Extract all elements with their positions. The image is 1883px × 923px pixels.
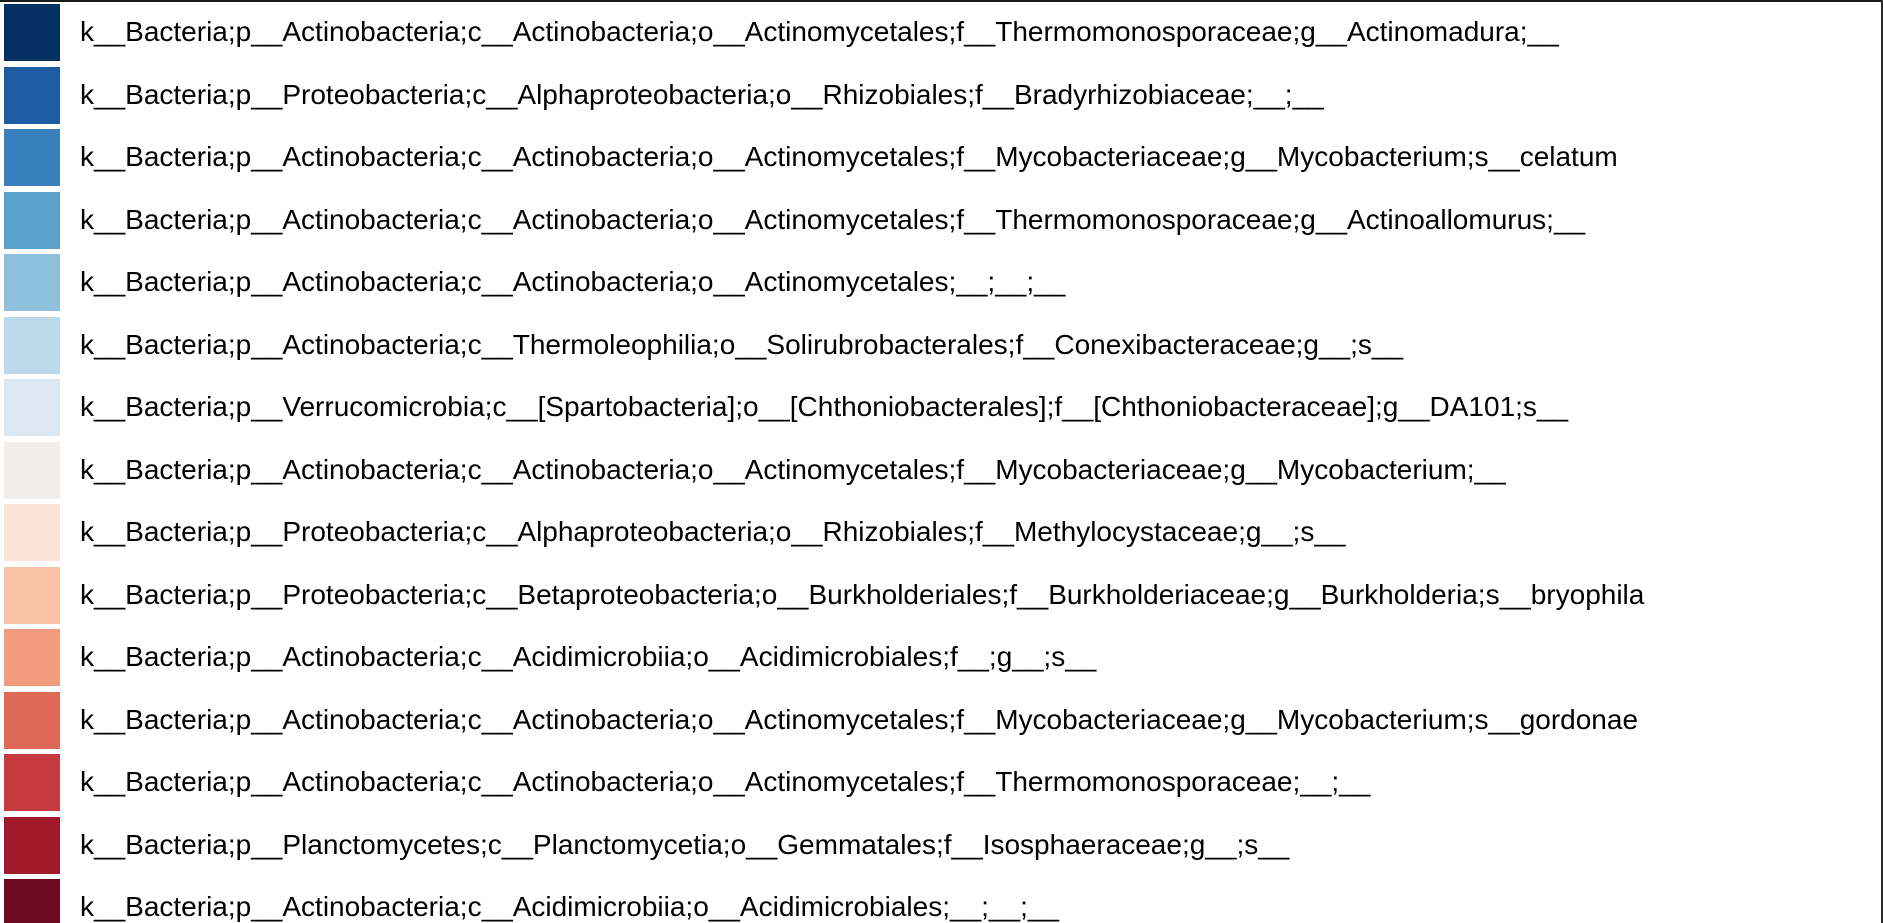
chart-legend: k__Bacteria;p__Actinobacteria;c__Actinob… bbox=[0, 0, 1881, 923]
legend-swatch bbox=[4, 629, 60, 686]
legend-entry: k__Bacteria;p__Proteobacteria;c__Alphapr… bbox=[0, 65, 1881, 128]
legend-swatch bbox=[4, 504, 60, 561]
legend-entry: k__Bacteria;p__Verrucomicrobia;c__[Spart… bbox=[0, 377, 1881, 440]
legend-entry: k__Bacteria;p__Actinobacteria;c__Actinob… bbox=[0, 127, 1881, 190]
legend-swatch bbox=[4, 316, 60, 374]
legend-label: k__Bacteria;p__Verrucomicrobia;c__[Spart… bbox=[80, 391, 1569, 422]
legend-label: k__Bacteria;p__Proteobacteria;c__Betapro… bbox=[80, 578, 1645, 610]
legend-swatch bbox=[4, 816, 60, 874]
legend-label: k__Bacteria;p__Proteobacteria;c__Alphapr… bbox=[80, 78, 1324, 110]
legend-swatch bbox=[4, 879, 60, 923]
legend-label: k__Bacteria;p__Actinobacteria;c__Actinob… bbox=[80, 141, 1618, 172]
legend-entry: k__Bacteria;p__Planctomycetes;c__Plancto… bbox=[0, 815, 1881, 878]
legend-entry: k__Bacteria;p__Actinobacteria;c__Actinob… bbox=[0, 440, 1881, 503]
legend-swatch bbox=[4, 754, 60, 811]
legend-label: k__Bacteria;p__Proteobacteria;c__Alphapr… bbox=[80, 516, 1346, 547]
legend-swatch bbox=[4, 191, 60, 249]
legend-swatch bbox=[4, 691, 60, 749]
legend-swatch bbox=[4, 441, 60, 499]
legend-entry: k__Bacteria;p__Actinobacteria;c__Thermol… bbox=[0, 315, 1881, 378]
legend-swatch bbox=[4, 566, 60, 624]
legend-swatch bbox=[4, 66, 60, 124]
legend-swatch bbox=[4, 254, 60, 311]
legend-entry: k__Bacteria;p__Actinobacteria;c__Actinob… bbox=[0, 252, 1881, 315]
legend-swatch bbox=[4, 129, 60, 186]
legend-label: k__Bacteria;p__Actinobacteria;c__Thermol… bbox=[80, 328, 1404, 360]
legend-label: k__Bacteria;p__Actinobacteria;c__Actinob… bbox=[80, 703, 1639, 735]
legend-label: k__Bacteria;p__Planctomycetes;c__Plancto… bbox=[80, 828, 1290, 860]
legend-label: k__Bacteria;p__Actinobacteria;c__Actinob… bbox=[80, 203, 1586, 235]
legend-entry: k__Bacteria;p__Proteobacteria;c__Betapro… bbox=[0, 565, 1881, 628]
legend-entry: k__Bacteria;p__Actinobacteria;c__Actinob… bbox=[0, 190, 1881, 253]
legend-swatch bbox=[4, 4, 60, 61]
legend-label: k__Bacteria;p__Actinobacteria;c__Actinob… bbox=[80, 266, 1066, 297]
legend-label: k__Bacteria;p__Actinobacteria;c__Acidimi… bbox=[80, 891, 1059, 922]
legend-label: k__Bacteria;p__Actinobacteria;c__Actinob… bbox=[80, 16, 1559, 47]
legend-swatch bbox=[4, 379, 60, 436]
legend-label: k__Bacteria;p__Actinobacteria;c__Actinob… bbox=[80, 766, 1371, 797]
legend-entry: k__Bacteria;p__Actinobacteria;c__Acidimi… bbox=[0, 627, 1881, 690]
legend-label: k__Bacteria;p__Actinobacteria;c__Acidimi… bbox=[80, 641, 1097, 672]
legend-label: k__Bacteria;p__Actinobacteria;c__Actinob… bbox=[80, 453, 1506, 485]
legend-entry: k__Bacteria;p__Actinobacteria;c__Actinob… bbox=[0, 690, 1881, 753]
legend-entry: k__Bacteria;p__Actinobacteria;c__Acidimi… bbox=[0, 877, 1881, 923]
legend-entry: k__Bacteria;p__Actinobacteria;c__Actinob… bbox=[0, 2, 1881, 65]
legend-entry: k__Bacteria;p__Proteobacteria;c__Alphapr… bbox=[0, 502, 1881, 565]
legend-entry: k__Bacteria;p__Actinobacteria;c__Actinob… bbox=[0, 752, 1881, 815]
